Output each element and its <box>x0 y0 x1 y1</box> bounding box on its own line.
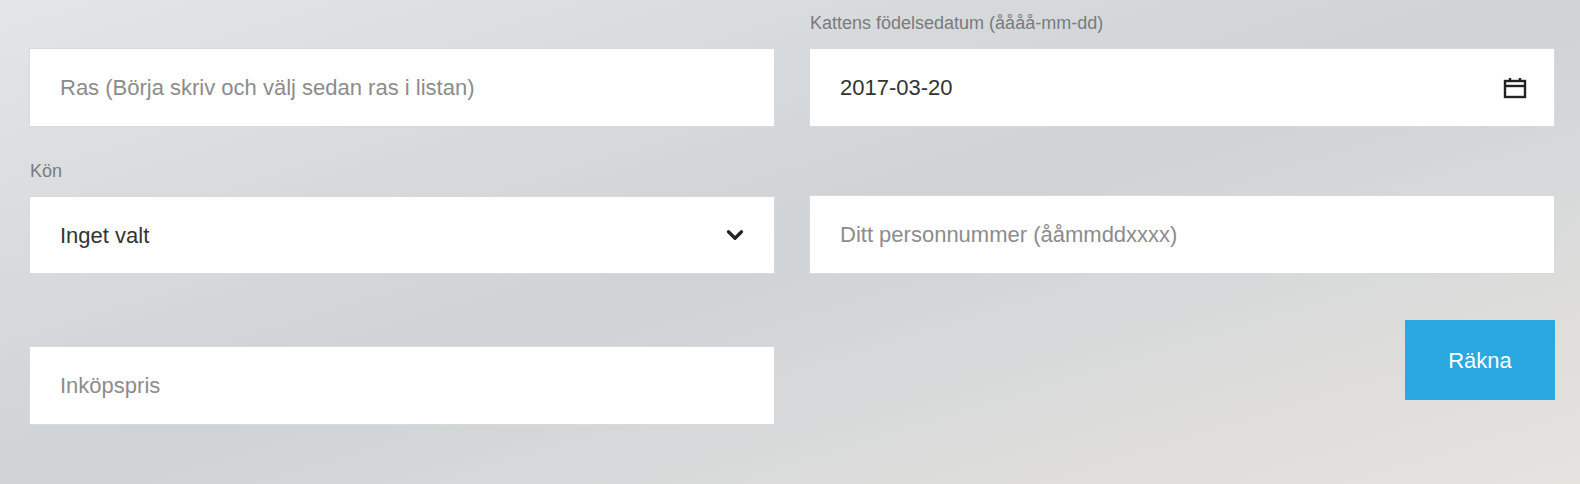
chevron-down-icon <box>722 222 748 248</box>
purchase-price-input[interactable] <box>29 346 775 425</box>
gender-field: Kön Inget valt <box>29 160 775 274</box>
birthdate-label: Kattens födelsedatum (åååå-mm-dd) <box>809 12 1555 34</box>
cat-photo-background: Kattens födelsedatum (åååå-mm-dd) Kön Inge… <box>0 0 1580 484</box>
personal-number-field <box>809 195 1555 274</box>
purchase-price-field <box>29 320 775 425</box>
birthdate-field: Kattens födelsedatum (åååå-mm-dd) <box>809 12 1555 127</box>
calendar-icon[interactable] <box>1503 77 1527 99</box>
gender-select[interactable]: Inget valt <box>29 196 775 274</box>
breed-field <box>29 48 775 127</box>
personal-number-input[interactable] <box>809 195 1555 274</box>
breed-input[interactable] <box>29 48 775 127</box>
calculate-button[interactable]: Räkna <box>1405 320 1555 400</box>
birthdate-input[interactable] <box>809 48 1555 127</box>
calculator-form: Kattens födelsedatum (åååå-mm-dd) Kön Inge… <box>29 12 1555 425</box>
gender-label: Kön <box>29 160 775 182</box>
